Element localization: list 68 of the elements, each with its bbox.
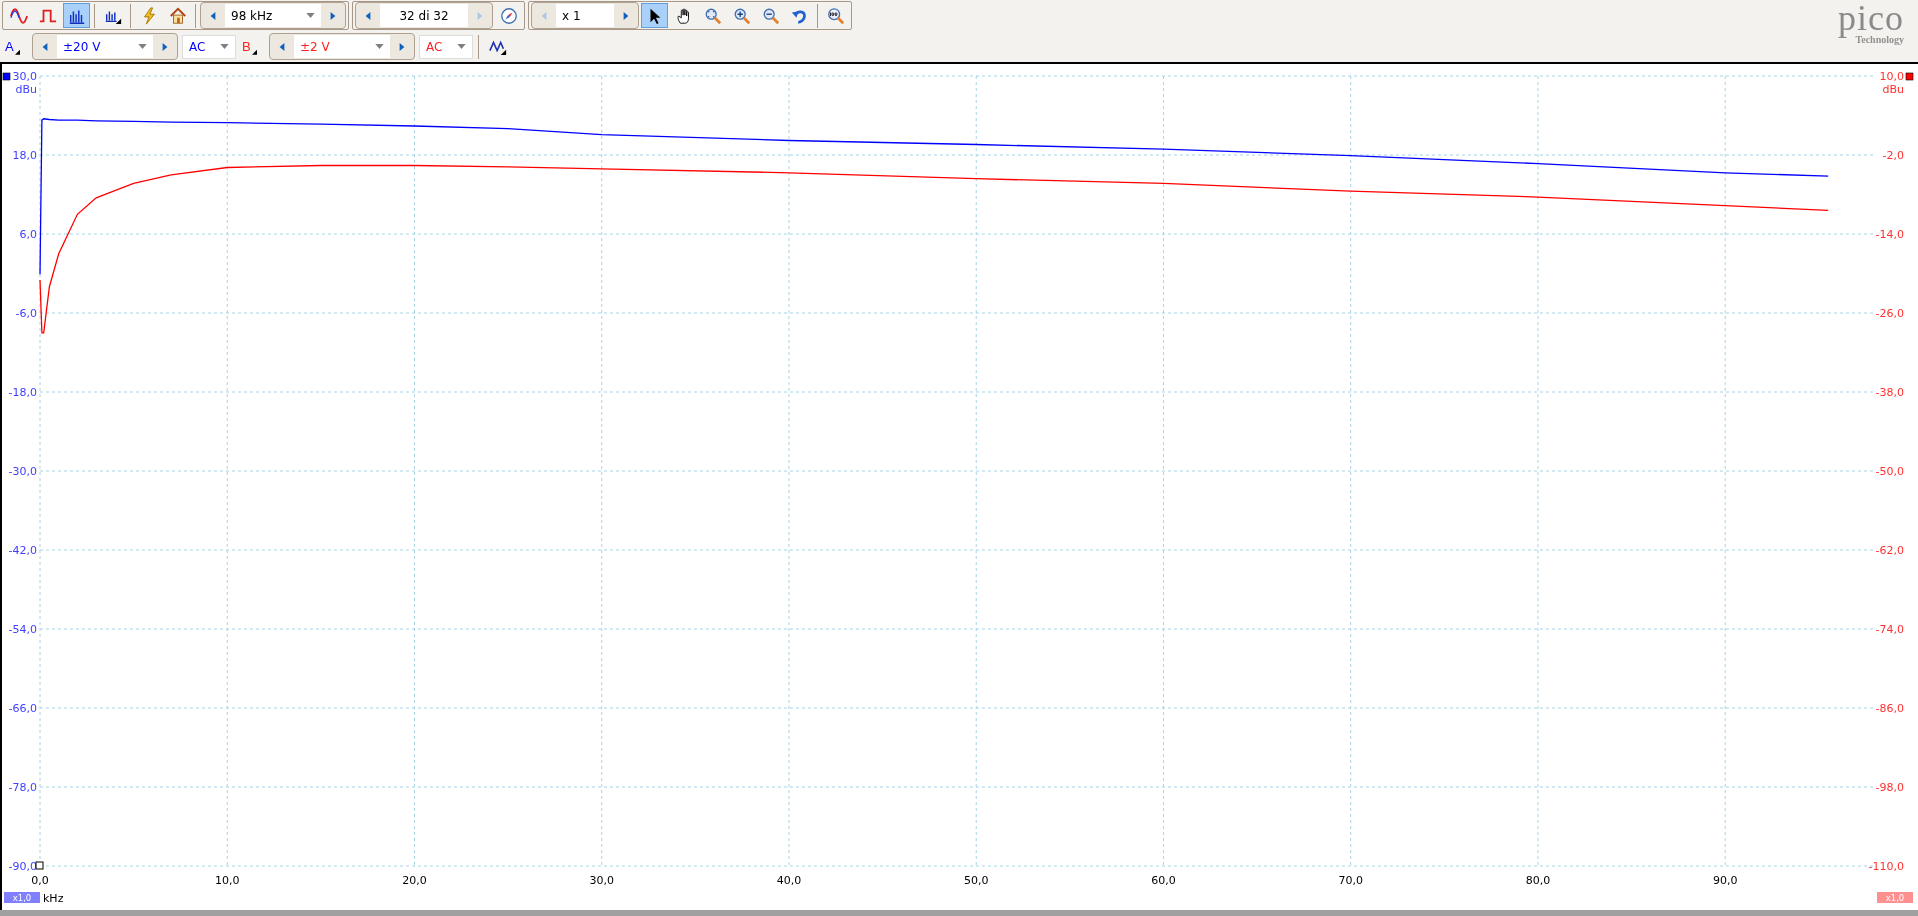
axis-tick-label: 0,0 xyxy=(31,874,49,887)
caret-icon xyxy=(220,44,229,49)
zoom-out-icon xyxy=(761,6,780,25)
caret-icon xyxy=(138,44,147,49)
axis-tick-label: -2,0 xyxy=(1882,149,1904,162)
origin-marker-icon xyxy=(35,861,44,870)
axis-tick-label: 40,0 xyxy=(776,874,802,887)
axis-tick-label: -110,0 xyxy=(1868,860,1904,873)
axis-tick-label: -42,0 xyxy=(8,544,37,557)
axis-tick-label: 18,0 xyxy=(12,149,37,162)
caret-icon xyxy=(306,13,315,18)
axis-tick-label: 10,0 xyxy=(1879,70,1904,83)
axis-tick-label: -30,0 xyxy=(8,465,37,478)
axis-tick-label: -54,0 xyxy=(8,623,37,636)
sine-wave-icon xyxy=(9,6,28,25)
right-triangle-icon xyxy=(329,10,337,21)
caret-icon xyxy=(375,44,384,49)
coupling-dropdown[interactable]: AC xyxy=(419,34,473,59)
left-triangle-icon xyxy=(209,10,217,21)
axis-tick-label: 10,0 xyxy=(215,874,240,887)
axis-tick-label: -62,0 xyxy=(1875,544,1904,557)
right-triangle-icon xyxy=(161,41,169,52)
left-triangle-icon xyxy=(278,41,286,52)
axis-tick-label: -90,0 xyxy=(8,860,37,873)
caret-icon xyxy=(457,44,466,49)
axis-tick-label: -38,0 xyxy=(1875,386,1904,399)
coupling-dropdown[interactable]: AC xyxy=(182,34,236,59)
range-dropdown[interactable]: ±2 V xyxy=(294,35,390,58)
axis-tick-label: -50,0 xyxy=(1875,465,1904,478)
right-triangle-icon xyxy=(398,41,406,52)
home-icon xyxy=(168,6,187,25)
axis-tick-label: 6,0 xyxy=(19,228,37,241)
axis-tick-label: 70,0 xyxy=(1338,874,1363,887)
axis-tick-label: -78,0 xyxy=(8,781,37,794)
axis-tick-label: 80,0 xyxy=(1525,874,1551,887)
axis-tick-label: -26,0 xyxy=(1875,307,1904,320)
axis-tick-label: -86,0 xyxy=(1875,702,1904,715)
corner-triangle-icon xyxy=(14,49,20,55)
axis-tick-label: -66,0 xyxy=(8,702,37,715)
zoom-in-icon xyxy=(732,6,751,25)
channel-button[interactable]: A xyxy=(2,34,28,59)
axis-tick-label: -6,0 xyxy=(15,307,37,320)
compass-icon xyxy=(499,6,518,25)
toolbar-button[interactable] xyxy=(63,3,90,28)
axis-tick-label: 60,0 xyxy=(1151,874,1176,887)
axis-tick-label: 50,0 xyxy=(963,874,989,887)
axis-unit-label: kHz xyxy=(43,892,64,905)
axis-tick-label: 20,0 xyxy=(402,874,427,887)
axis-tick-label: -18,0 xyxy=(8,386,37,399)
zoom-badge: x1,0 xyxy=(1877,892,1913,903)
axis-tick-label: 30,0 xyxy=(12,70,37,83)
axis-tick-label: -14,0 xyxy=(1875,228,1904,241)
axis-tick-label: 90,0 xyxy=(1712,874,1738,887)
axis-tick-label: -98,0 xyxy=(1875,781,1904,794)
channel-marker xyxy=(1905,72,1914,81)
range-dropdown[interactable]: ±20 V xyxy=(57,35,153,58)
axis-unit-label: dBu xyxy=(1882,83,1904,96)
corner-triangle-icon xyxy=(251,49,257,55)
zoom-badge: x1,0 xyxy=(4,892,40,903)
logo-tagline: Technology xyxy=(1855,34,1904,45)
value-dropdown[interactable]: 98 kHz xyxy=(225,4,321,27)
zoom-100-icon xyxy=(826,6,845,25)
toolbar-button[interactable] xyxy=(641,3,668,28)
left-triangle-icon xyxy=(41,41,49,52)
axis-unit-label: dBu xyxy=(15,83,37,96)
axis-tick-label: 30,0 xyxy=(589,874,614,887)
axis-tick-label: -74,0 xyxy=(1875,623,1904,636)
zoom-fit-icon xyxy=(703,6,722,25)
